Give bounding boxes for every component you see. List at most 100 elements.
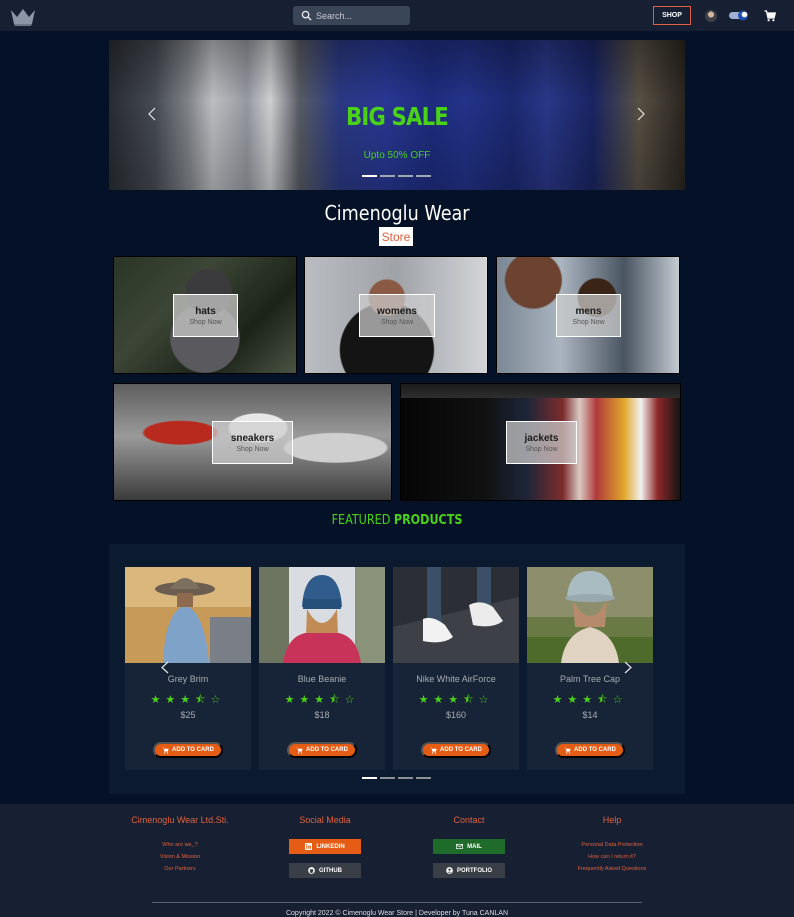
product-rating-stars: ★★★⯪☆ — [552, 693, 628, 706]
product-card[interactable]: Nike White AirForce ★★★⯪☆ $160 ADD TO CA… — [393, 567, 519, 770]
footer-link[interactable]: Who are we_? — [100, 839, 260, 851]
carousel-indicator[interactable] — [362, 175, 377, 177]
add-to-cart-button[interactable]: ADD TO CARD — [287, 742, 357, 758]
hero-subtitle: Upto 50% OFF — [363, 150, 431, 161]
shop-now-link[interactable]: Shop Now — [525, 446, 557, 453]
featured-heading-light: FEATURED — [331, 513, 391, 528]
hero-carousel-indicators — [362, 175, 431, 177]
product-price: $25 — [180, 710, 196, 720]
cart-icon — [564, 747, 571, 754]
category-womens-tile[interactable]: womens Shop Now — [304, 256, 488, 374]
footer-social-column: Social Media — [265, 804, 385, 825]
cart-icon — [296, 747, 303, 754]
footer: Cimenoglu Wear Ltd.Sti. Who are we_? Vis… — [0, 804, 794, 917]
category-sneakers-label-box[interactable]: sneakers Shop Now — [212, 421, 293, 464]
github-icon — [308, 867, 315, 874]
category-mens-label-box[interactable]: mens Shop Now — [556, 294, 621, 337]
crown-logo-icon[interactable] — [10, 7, 36, 26]
footer-help-title: Help — [602, 815, 622, 825]
carousel-indicator[interactable] — [380, 777, 395, 779]
category-name: hats — [195, 305, 216, 317]
linkedin-icon — [305, 843, 313, 850]
hero-carousel[interactable]: BIG SALE Upto 50% OFF — [109, 40, 685, 190]
user-avatar[interactable] — [705, 10, 717, 22]
category-name: mens — [575, 305, 602, 317]
github-label: GITHUB — [319, 867, 342, 874]
footer-link[interactable]: Our Partners — [100, 863, 260, 875]
category-hats-label-box[interactable]: hats Shop Now — [173, 294, 238, 337]
add-to-cart-label: ADD TO CARD — [574, 747, 616, 753]
featured-products-carousel: Grey Brim ★★★⯪☆ $25 ADD TO CARD Blue Bea… — [109, 544, 685, 794]
footer-company-column: Cimenoglu Wear Ltd.Sti. Who are we_? Vis… — [100, 804, 260, 875]
portfolio-button[interactable]: PORTFOLIO — [433, 863, 505, 878]
add-to-cart-button[interactable]: ADD TO CARD — [421, 742, 491, 758]
carousel-indicator[interactable] — [380, 175, 395, 177]
category-name: womens — [376, 305, 417, 317]
product-price: $160 — [445, 710, 467, 720]
mail-button[interactable]: MAIL — [433, 839, 505, 854]
search-input[interactable] — [316, 6, 406, 25]
add-to-cart-label: ADD TO CARD — [172, 747, 214, 753]
carousel-indicator[interactable] — [398, 777, 413, 779]
products-next-arrow-icon[interactable] — [624, 661, 632, 674]
carousel-next-arrow-icon[interactable] — [636, 107, 646, 121]
cart-icon — [162, 747, 169, 754]
product-image-nike-airforce — [393, 567, 519, 663]
github-button[interactable]: GITHUB — [289, 863, 361, 878]
product-price: $14 — [582, 710, 598, 720]
product-rating-stars: ★★★⯪☆ — [284, 693, 360, 706]
search-bar[interactable] — [293, 6, 410, 25]
category-name: sneakers — [230, 432, 275, 444]
add-to-cart-button[interactable]: ADD TO CARD — [555, 742, 625, 758]
products-prev-arrow-icon[interactable] — [161, 661, 169, 674]
footer-link[interactable]: Personal Data Protection — [552, 839, 672, 851]
theme-toggle-icon[interactable] — [729, 10, 750, 21]
featured-heading-bold: PRODUCTS — [393, 513, 463, 528]
product-rating-stars: ★★★⯪☆ — [418, 693, 494, 706]
shop-button[interactable]: SHOP — [653, 6, 691, 25]
product-image-blue-beanie — [259, 567, 385, 663]
category-sneakers-tile[interactable]: sneakers Shop Now — [113, 383, 392, 501]
product-price: $18 — [314, 710, 330, 720]
add-to-cart-button[interactable]: ADD TO CARD — [153, 742, 223, 758]
store-badge: Store — [379, 227, 413, 246]
product-card[interactable]: Grey Brim ★★★⯪☆ $25 ADD TO CARD — [125, 567, 251, 770]
carousel-indicator[interactable] — [416, 777, 431, 779]
category-womens-label-box[interactable]: womens Shop Now — [359, 294, 435, 337]
footer-help-column: Help Personal Data Protection How can I … — [552, 804, 672, 875]
shop-now-link[interactable]: Shop Now — [236, 446, 268, 453]
product-card[interactable]: Palm Tree Cap ★★★⯪☆ $14 ADD TO CARD — [527, 567, 653, 770]
cart-icon[interactable] — [764, 10, 776, 22]
cart-icon — [430, 747, 437, 754]
category-jackets-label-box[interactable]: jackets Shop Now — [506, 421, 577, 464]
product-name: Nike White AirForce — [416, 674, 496, 684]
category-jackets-tile[interactable]: jackets Shop Now — [400, 383, 681, 501]
linkedin-button[interactable]: LINKEDIN — [289, 839, 361, 854]
shop-now-link[interactable]: Shop Now — [189, 319, 221, 326]
shop-now-link[interactable]: Shop Now — [572, 319, 604, 326]
product-name: Palm Tree Cap — [559, 674, 621, 684]
mail-label: MAIL — [467, 843, 482, 850]
category-mens-tile[interactable]: mens Shop Now — [496, 256, 680, 374]
carousel-indicator[interactable] — [416, 175, 431, 177]
product-image-palm-tree-cap — [527, 567, 653, 663]
carousel-indicator[interactable] — [362, 777, 377, 779]
footer-link[interactable]: Frequently Asked Questions — [552, 863, 672, 875]
portfolio-label: PORTFOLIO — [457, 867, 492, 874]
shop-now-link[interactable]: Shop Now — [381, 319, 413, 326]
brand-title: Cimenoglu Wear — [324, 201, 470, 225]
product-name: Grey Brim — [167, 674, 209, 684]
category-hats-tile[interactable]: hats Shop Now — [113, 256, 297, 374]
footer-divider — [152, 902, 642, 903]
footer-social-title: Social Media — [299, 815, 351, 825]
product-card[interactable]: Blue Beanie ★★★⯪☆ $18 ADD TO CARD — [259, 567, 385, 770]
footer-contact-column: Contact — [409, 804, 529, 825]
copyright-text: Copyright 2022 © Cimenoglu Wear Store | … — [285, 910, 508, 917]
carousel-indicator[interactable] — [398, 175, 413, 177]
user-circle-icon — [446, 867, 453, 874]
footer-link[interactable]: Vision & Mission — [100, 851, 260, 863]
product-name: Blue Beanie — [297, 674, 347, 684]
footer-link[interactable]: How can I return it? — [552, 851, 672, 863]
products-carousel-indicators — [362, 777, 431, 779]
linkedin-label: LINKEDIN — [316, 843, 345, 850]
